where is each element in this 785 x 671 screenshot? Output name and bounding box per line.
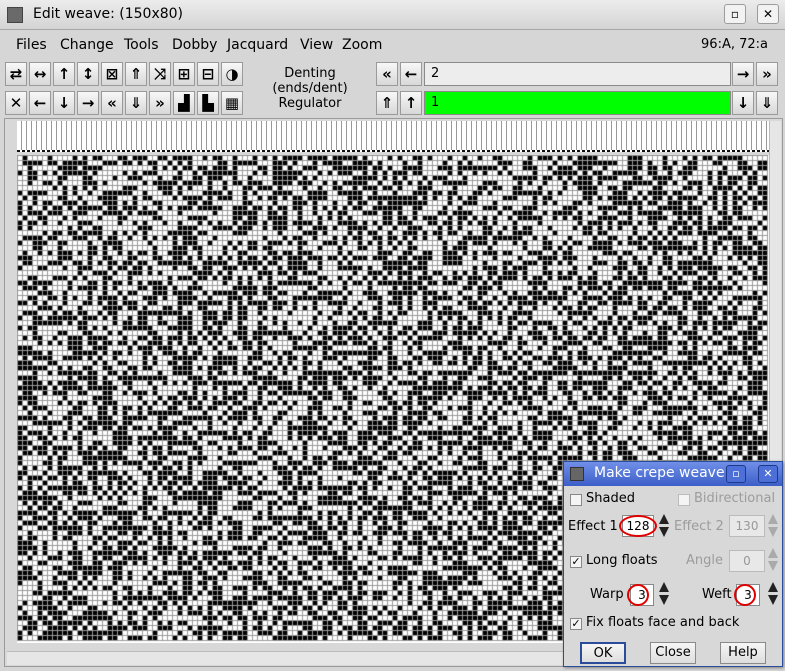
fast-up-icon[interactable]: ⇑ <box>125 62 147 86</box>
fast-right-icon[interactable]: » <box>149 91 171 115</box>
angle-label: Angle <box>686 553 723 568</box>
crepe-weave-dialog: Make crepe weave ▫ ✕ Shaded Bidirectiona… <box>563 461 783 667</box>
warp-spinner[interactable] <box>658 581 670 607</box>
shift-up-icon[interactable]: ↑ <box>53 62 75 86</box>
diagonal-icon[interactable]: ⤨ <box>149 62 171 86</box>
regulator-fast-down-icon[interactable]: ⇓ <box>756 91 778 115</box>
bidirectional-checkbox <box>678 494 690 506</box>
warp-label: Warp <box>590 587 624 602</box>
shift-right-icon[interactable]: → <box>77 91 99 115</box>
fast-left-icon[interactable]: « <box>101 91 123 115</box>
menu-tools[interactable]: Tools <box>124 37 159 53</box>
fix-floats-label: Fix floats face and back <box>586 615 740 630</box>
cursor-position-status: 96:A, 72:a <box>701 37 768 52</box>
denting-field[interactable]: 2 <box>424 62 731 86</box>
maximize-button[interactable]: ▫ <box>724 4 746 24</box>
regulator-down-icon[interactable]: ↓ <box>732 91 754 115</box>
angle-field: 0 <box>729 550 765 572</box>
effect1-spinner[interactable] <box>658 513 670 539</box>
menu-dobby[interactable]: Dobby <box>172 37 217 53</box>
menu-bar: Files Change Tools Dobby Jacquard View Z… <box>4 33 780 57</box>
dialog-close-icon[interactable]: ✕ <box>758 465 778 483</box>
stair-down-icon[interactable]: ▙ <box>197 91 219 115</box>
regulator-field[interactable]: 1 <box>424 91 731 115</box>
window-title: Edit weave: (150x80) <box>33 6 184 22</box>
warp-highlight <box>627 584 649 606</box>
effect1-highlight <box>619 515 657 537</box>
denting-fast-right-icon[interactable]: » <box>756 62 778 86</box>
shift-left-icon[interactable]: ← <box>29 91 51 115</box>
menu-change[interactable]: Change <box>60 37 114 53</box>
shaded-label: Shaded <box>586 491 635 506</box>
denting-right-icon[interactable]: → <box>732 62 754 86</box>
denting-fast-left-icon[interactable]: « <box>376 62 398 86</box>
weft-label: Weft <box>702 587 732 602</box>
long-floats-checkbox[interactable]: ✓ <box>570 556 582 568</box>
step-up-icon[interactable]: ⊞ <box>173 62 195 86</box>
angle-spinner <box>767 547 779 573</box>
close-button[interactable]: ✕ <box>757 4 779 24</box>
menu-view[interactable]: View <box>300 37 333 53</box>
clear-icon[interactable]: ✕ <box>5 91 27 115</box>
dialog-title: Make crepe weave <box>594 465 725 481</box>
effect2-spinner <box>767 513 779 539</box>
effect2-label: Effect 2 <box>674 519 724 534</box>
app-icon <box>7 7 23 23</box>
weft-highlight <box>734 584 756 606</box>
menu-files[interactable]: Files <box>16 37 47 53</box>
shaded-checkbox[interactable] <box>570 494 582 506</box>
effect1-label: Effect 1 <box>568 519 618 534</box>
shift-down-icon[interactable]: ↓ <box>53 91 75 115</box>
step-down-icon[interactable]: ⊟ <box>197 62 219 86</box>
title-bar: Edit weave: (150x80) ▫ ✕ <box>0 0 785 30</box>
warp-ruler <box>17 121 769 151</box>
fast-down-icon[interactable]: ⇓ <box>125 91 147 115</box>
regulator-label: Regulator <box>278 96 342 111</box>
checker-icon[interactable]: ▦ <box>221 91 243 115</box>
stair-up-icon[interactable]: ▟ <box>173 91 195 115</box>
ok-button[interactable]: OK <box>580 642 626 664</box>
dialog-maximize-button[interactable]: ▫ <box>726 465 746 483</box>
effect2-field: 130 <box>729 515 765 537</box>
denting-left-icon[interactable]: ← <box>400 62 422 86</box>
mirror-vertical-icon[interactable]: ↕ <box>77 62 99 86</box>
dialog-title-bar: Make crepe weave ▫ ✕ <box>564 462 782 486</box>
flip-icon[interactable]: ⇄ <box>5 62 27 86</box>
help-button[interactable]: Help <box>720 642 766 664</box>
long-floats-label: Long floats <box>586 553 658 568</box>
regulator-fast-up-icon[interactable]: ⇑ <box>376 91 398 115</box>
denting-bar <box>17 150 769 152</box>
half-shade-icon[interactable]: ◑ <box>221 62 243 86</box>
denting-label: Denting (ends/dent) <box>272 66 348 96</box>
mirror-horizontal-icon[interactable]: ↔ <box>29 62 51 86</box>
menu-jacquard[interactable]: Jacquard <box>227 37 288 53</box>
dialog-close-button[interactable]: Close <box>650 642 696 664</box>
bidirectional-label: Bidirectional <box>694 491 776 506</box>
invert-icon[interactable]: ⊠ <box>101 62 123 86</box>
menu-zoom[interactable]: Zoom <box>342 37 382 53</box>
regulator-up-icon[interactable]: ↑ <box>400 91 422 115</box>
fix-floats-checkbox[interactable]: ✓ <box>570 618 582 630</box>
dialog-icon <box>570 467 584 481</box>
weft-spinner[interactable] <box>767 581 779 607</box>
